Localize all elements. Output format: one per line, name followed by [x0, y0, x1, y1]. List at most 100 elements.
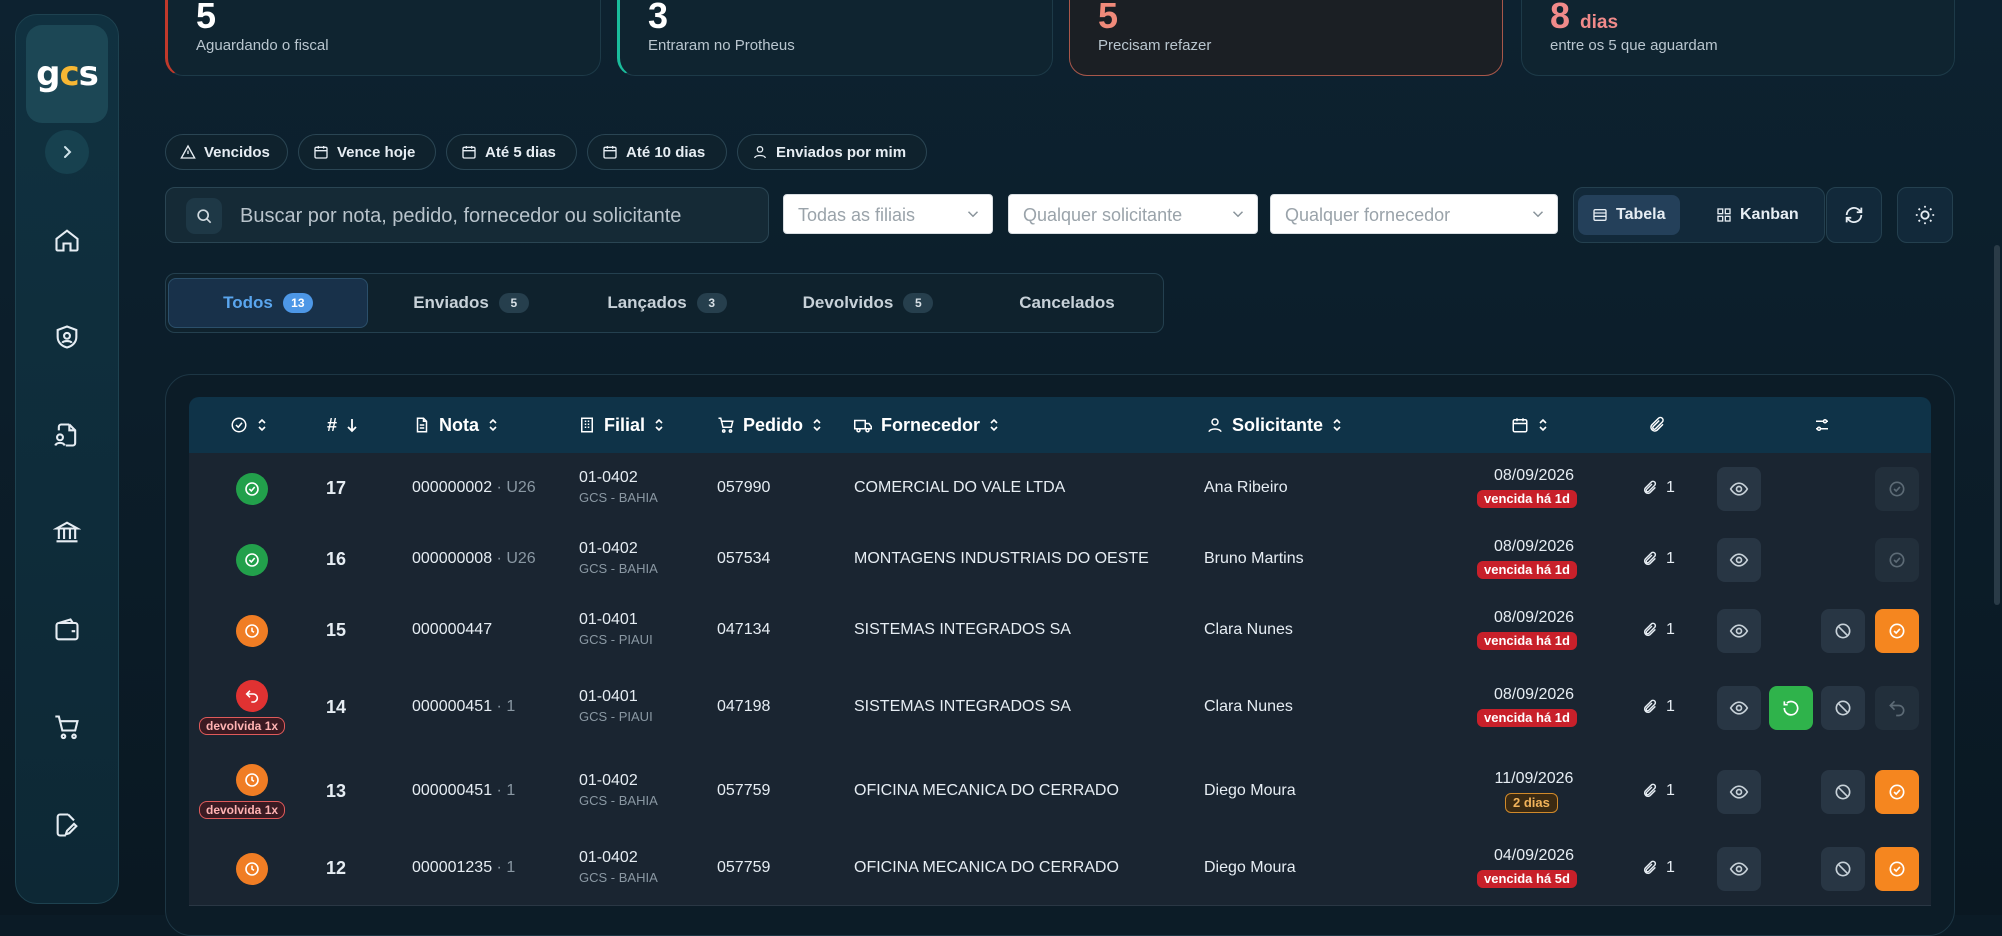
status-icon — [236, 853, 268, 885]
view-toggle: Tabela Kanban — [1573, 187, 1825, 243]
view-button[interactable] — [1717, 537, 1761, 582]
nav-cart-icon[interactable] — [52, 712, 82, 742]
calendar-clock-icon — [603, 146, 617, 159]
filial-select[interactable]: Todas as filiais — [783, 194, 993, 234]
th-nota[interactable]: Nota — [413, 397, 499, 453]
view-button[interactable] — [1717, 466, 1761, 511]
due-badge: 2 dias — [1505, 792, 1558, 813]
view-button[interactable] — [1717, 769, 1761, 814]
row-nota: 000000451 · 1 — [412, 698, 515, 716]
row-filial-name: GCS - BAHIA — [579, 792, 658, 808]
tab-lancados[interactable]: Lançados 3 — [572, 278, 762, 328]
approve-button[interactable] — [1875, 769, 1919, 814]
view-button[interactable] — [1717, 847, 1761, 891]
view-button[interactable] — [1717, 686, 1761, 730]
chip-vence-hoje[interactable]: Vence hoje — [298, 134, 436, 170]
refresh-icon — [1845, 207, 1863, 223]
row-pedido: 047134 — [717, 620, 771, 638]
cancel-button[interactable] — [1821, 686, 1865, 730]
nav-wallet-icon[interactable] — [52, 615, 82, 645]
kanban-view-button[interactable]: Kanban — [1702, 195, 1813, 235]
due-badge: vencida há 1d — [1477, 631, 1577, 650]
nav-home-icon[interactable] — [52, 225, 82, 255]
nota-serie: · 1 — [492, 698, 516, 715]
th-filial[interactable]: Filial — [578, 397, 665, 453]
chip-vencidos[interactable]: Vencidos — [165, 134, 288, 170]
resend-button[interactable] — [1769, 686, 1813, 730]
tab-todos[interactable]: Todos 13 — [168, 278, 368, 328]
approve-button[interactable] — [1875, 847, 1919, 891]
approve-button-disabled[interactable] — [1875, 537, 1919, 582]
tab-devolvidos[interactable]: Devolvidos 5 — [768, 278, 968, 328]
row-id: 16 — [326, 548, 347, 569]
th-nota-label: Nota — [439, 414, 479, 435]
return-button-disabled[interactable] — [1875, 686, 1919, 730]
attachments-number: 1 — [1666, 859, 1675, 876]
table-row[interactable]: devolvida 1x 13 000000451 · 1 01-0402 GCS - … — [189, 750, 1931, 834]
nav-bank-icon[interactable] — [52, 517, 82, 547]
attachments-count[interactable]: 1 — [1642, 782, 1675, 800]
row-pedido: 057534 — [717, 549, 771, 567]
stat-card-protheus: 3 Entraram no Protheus — [617, 0, 1053, 76]
chip-ate-5-dias[interactable]: Até 5 dias — [446, 134, 577, 170]
attachments-number: 1 — [1666, 620, 1675, 638]
tab-count-badge: 5 — [903, 293, 934, 313]
row-id: 13 — [326, 780, 347, 801]
fornecedor-select[interactable]: Qualquer fornecedor — [1270, 194, 1558, 234]
approve-button[interactable] — [1875, 608, 1919, 653]
search-input[interactable]: Buscar por nota, pedido, fornecedor ou s… — [240, 205, 681, 228]
nota-serie: · 1 — [492, 781, 516, 799]
attachments-count[interactable]: 1 — [1642, 550, 1675, 568]
nav-edit-document-icon[interactable] — [52, 810, 82, 840]
th-id[interactable]: # — [327, 397, 359, 453]
row-date: 11/09/2026 — [1494, 769, 1574, 787]
row-filial: 01-0402 — [579, 849, 638, 866]
theme-toggle-button[interactable] — [1897, 187, 1953, 243]
row-fornecedor: SISTEMAS INTEGRADOS SA — [854, 620, 1071, 638]
chip-ate-10-dias[interactable]: Até 10 dias — [587, 134, 727, 170]
approve-button-disabled[interactable] — [1875, 466, 1919, 511]
th-solicitante[interactable]: Solicitante — [1206, 397, 1343, 453]
table-row[interactable]: 16 000000008 · U26 01-0402 GCS - BAHIA 05753… — [189, 524, 1931, 596]
sun-icon — [1915, 205, 1935, 225]
chip-label: Até 5 dias — [485, 143, 556, 161]
solicitante-select[interactable]: Qualquer solicitante — [1008, 194, 1258, 234]
brand-logo[interactable]: gcs — [26, 25, 108, 123]
attachments-count[interactable]: 1 — [1642, 859, 1675, 877]
due-badge: vencida há 1d — [1477, 560, 1577, 579]
tab-cancelados[interactable]: Cancelados — [972, 278, 1162, 328]
cancel-button[interactable] — [1821, 769, 1865, 814]
view-button[interactable] — [1717, 608, 1761, 653]
cart-icon — [718, 417, 734, 433]
cancel-button[interactable] — [1821, 847, 1865, 891]
building-icon — [581, 417, 593, 433]
attachments-count[interactable]: 1 — [1642, 698, 1675, 716]
attachments-count[interactable]: 1 — [1642, 479, 1675, 497]
kanban-icon — [1717, 208, 1731, 222]
fornecedor-select-value: Qualquer fornecedor — [1285, 205, 1451, 225]
table-view-button[interactable]: Tabela — [1578, 195, 1680, 235]
th-pedido[interactable]: Pedido — [717, 397, 823, 453]
row-pedido: 057759 — [717, 781, 771, 799]
th-fornecedor[interactable]: Fornecedor — [853, 397, 1000, 453]
chip-label: Enviados por mim — [776, 143, 907, 161]
table-row[interactable]: devolvida 1x 14 000000451 · 1 01-0401 GCS - … — [189, 666, 1931, 751]
chevron-down-icon — [967, 211, 979, 218]
search-box[interactable]: Buscar por nota, pedido, fornecedor ou s… — [165, 187, 769, 243]
nav-shield-icon[interactable] — [52, 322, 82, 352]
table-row[interactable]: 12 000001235 · 1 01-0402 GCS - BAHIA 057759 O… — [189, 833, 1931, 906]
scrollbar[interactable] — [1994, 245, 2000, 605]
refresh-button[interactable] — [1826, 187, 1882, 243]
nav-document-user-icon[interactable] — [52, 420, 82, 450]
tab-enviados[interactable]: Enviados 5 — [376, 278, 566, 328]
nota-number: 000000447 — [412, 620, 493, 638]
table-row[interactable]: 15 000000447 01-0401 GCS - PIAUI 047134 SISTE… — [189, 595, 1931, 667]
table-row[interactable]: 17 000000002 · U26 01-0402 GCS - BAHIA 05799… — [189, 453, 1931, 525]
chip-enviados-por-mim[interactable]: Enviados por mim — [737, 134, 927, 170]
row-nota: 000000451 · 1 — [412, 782, 515, 800]
attachments-count[interactable]: 1 — [1642, 621, 1675, 639]
th-data[interactable] — [1511, 397, 1549, 453]
cancel-button[interactable] — [1821, 608, 1865, 653]
expand-sidebar-button[interactable] — [45, 130, 89, 174]
th-status[interactable] — [230, 397, 268, 453]
